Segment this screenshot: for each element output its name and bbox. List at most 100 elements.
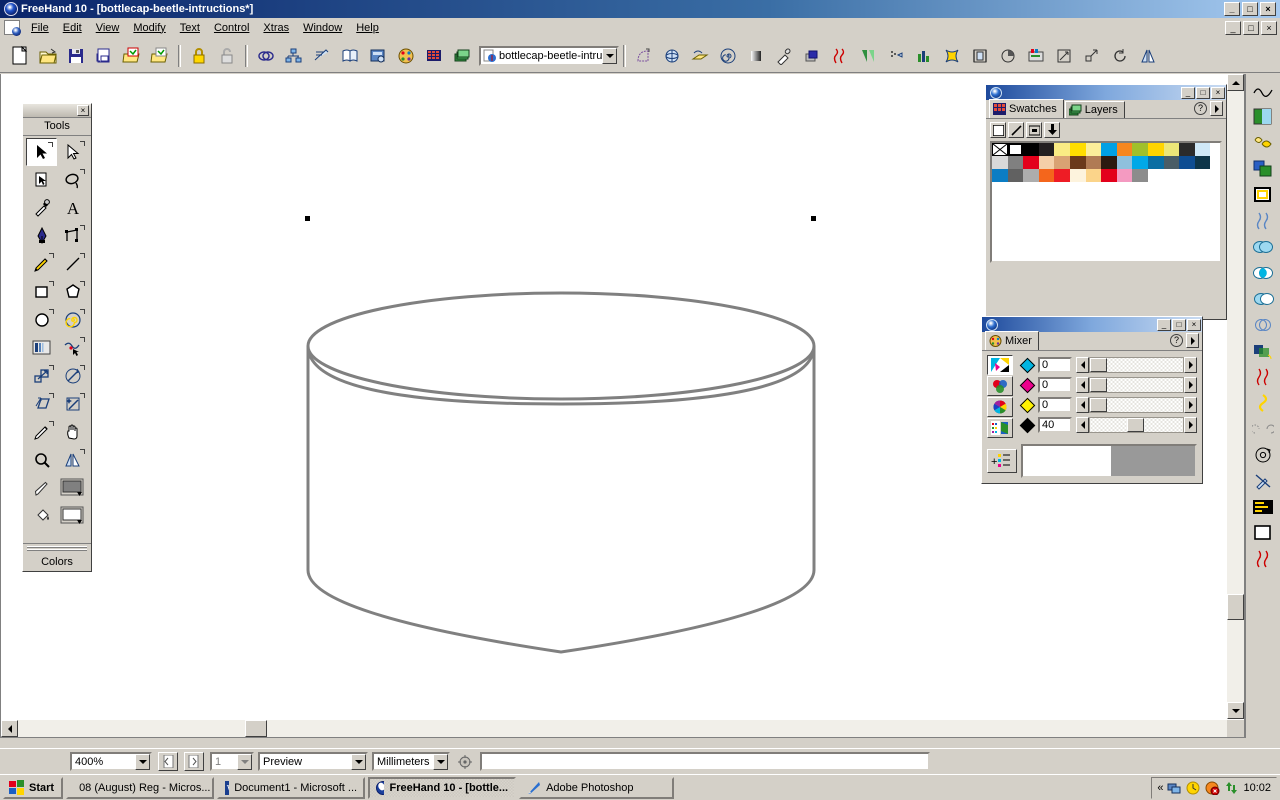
intersect-paths-button[interactable] [1249,260,1277,286]
pencil-tool[interactable] [26,250,57,278]
close-button[interactable]: × [1260,2,1276,16]
swatch-color[interactable] [1116,156,1133,169]
swatches-panel-titlebar[interactable]: _ □ × [986,85,1226,100]
eyedropper-tool[interactable] [26,194,57,222]
apply-both-button[interactable] [1026,122,1042,138]
trace-xtra-button[interactable] [631,43,657,69]
tools-palette-grip[interactable]: × [23,104,91,118]
taskbar-item-word[interactable]: W Document1 - Microsoft ... [217,776,366,799]
help-icon[interactable]: ? [1194,102,1207,115]
menu-xtras[interactable]: Xtras [256,20,296,36]
hls-mode-button[interactable] [987,397,1013,417]
swatch-empty[interactable] [1179,169,1195,182]
page-tool[interactable] [26,166,57,194]
stroke-tool[interactable] [26,474,57,502]
menu-control[interactable]: Control [207,20,256,36]
library-button[interactable] [337,43,363,69]
vertical-scroll-thumb[interactable] [1227,594,1244,620]
fisheye-lens-button[interactable] [1249,390,1277,416]
swatch-color[interactable] [1054,169,1070,182]
start-button[interactable]: Start [3,776,64,799]
save-document-button[interactable] [63,43,89,69]
swatch-color[interactable] [1038,156,1055,169]
bezigon-tool[interactable] [57,222,88,250]
zoom-combo[interactable]: 400% [70,752,152,771]
swatch-color[interactable] [1163,156,1180,169]
close-icon[interactable]: × [77,105,89,116]
rectangle-tool[interactable] [26,278,57,306]
export-button[interactable] [147,43,173,69]
swatch-color[interactable] [1085,156,1102,169]
swatch-color[interactable] [992,156,1008,169]
subselect-tool[interactable] [57,138,88,166]
swatch-color[interactable] [1101,143,1117,156]
tab-swatches[interactable]: Swatches [989,99,1064,118]
view-mode-combo[interactable]: Preview [258,752,368,771]
envelope-button[interactable] [939,43,965,69]
minimize-button[interactable]: _ [1224,2,1240,16]
swatch-color[interactable] [1116,143,1133,156]
color-preview[interactable] [1021,444,1197,478]
swatch-color[interactable] [1179,156,1195,169]
mdi-close-button[interactable]: × [1261,20,1277,35]
swatch-color[interactable] [992,169,1008,182]
tray-expand-button[interactable]: « [1157,782,1163,794]
swatch-color[interactable] [1085,169,1102,182]
apply-stroke-button[interactable] [1008,122,1024,138]
mixer-close-button[interactable]: × [1187,318,1201,331]
hand-tool[interactable] [57,418,88,446]
swatch-color[interactable] [1101,169,1117,182]
spiral-tool[interactable] [57,306,88,334]
yellow-slider[interactable] [1089,397,1184,413]
swatch-empty[interactable] [1210,143,1220,156]
menu-window[interactable]: Window [296,20,349,36]
fill-gradient-button[interactable] [1249,104,1277,130]
taskbar-item-photoshop[interactable]: Adobe Photoshop [519,776,675,799]
magenta-increment-button[interactable] [1184,377,1197,393]
pointer-tool[interactable] [26,138,57,166]
swatch-color[interactable] [1163,143,1180,156]
swatch-color[interactable] [1038,169,1055,182]
polygon-tool[interactable] [57,278,88,306]
mirror-tool[interactable] [57,446,88,474]
stroke-color-well[interactable] [57,474,88,502]
object-inspector-button[interactable] [365,43,391,69]
swatches-options-button[interactable] [1210,101,1223,116]
next-page-button[interactable] [184,752,204,771]
yellow-increment-button[interactable] [1184,397,1197,413]
trap-button[interactable] [883,43,909,69]
black-increment-button[interactable] [1184,417,1197,433]
mdi-maximize-button[interactable]: □ [1243,20,1259,35]
black-decrement-button[interactable] [1076,417,1089,433]
swatch-color[interactable] [1023,169,1039,182]
menu-modify[interactable]: Modify [126,20,172,36]
unlock-button[interactable] [214,43,240,69]
transparency-button[interactable] [1249,338,1277,364]
pen-tool[interactable] [26,222,57,250]
swatch-color[interactable] [1101,156,1117,169]
line-tool[interactable] [57,250,88,278]
divide-paths-button[interactable] [1249,312,1277,338]
snap-to-point-button[interactable] [454,754,476,769]
knife-tool[interactable] [26,418,57,446]
magenta-slider[interactable] [1089,377,1184,393]
swatch-color[interactable] [1132,156,1148,169]
cyan-decrement-button[interactable] [1076,357,1089,373]
text-tool[interactable]: A [57,194,88,222]
shadow-button[interactable] [743,43,769,69]
yellow-decrement-button[interactable] [1076,397,1089,413]
tab-mixer[interactable]: Mixer [985,331,1039,350]
ellipse-tool[interactable] [26,306,57,334]
black-slider[interactable] [1089,417,1184,433]
help-icon[interactable]: ? [1170,334,1183,347]
chevron-down-icon[interactable] [237,753,252,770]
taskbar-item-outlook[interactable]: 08 (August) Reg - Micros... [66,776,215,799]
panel-grip-lines[interactable] [27,546,87,553]
scale-tool[interactable] [26,362,57,390]
eyedropper-off-button[interactable] [1249,468,1277,494]
magenta-value-input[interactable]: 0 [1038,377,1072,393]
chevron-down-icon[interactable] [351,753,366,770]
blend-shapes-button[interactable] [1249,130,1277,156]
swatch-color[interactable] [1069,156,1086,169]
swatch-white[interactable] [1007,143,1024,156]
